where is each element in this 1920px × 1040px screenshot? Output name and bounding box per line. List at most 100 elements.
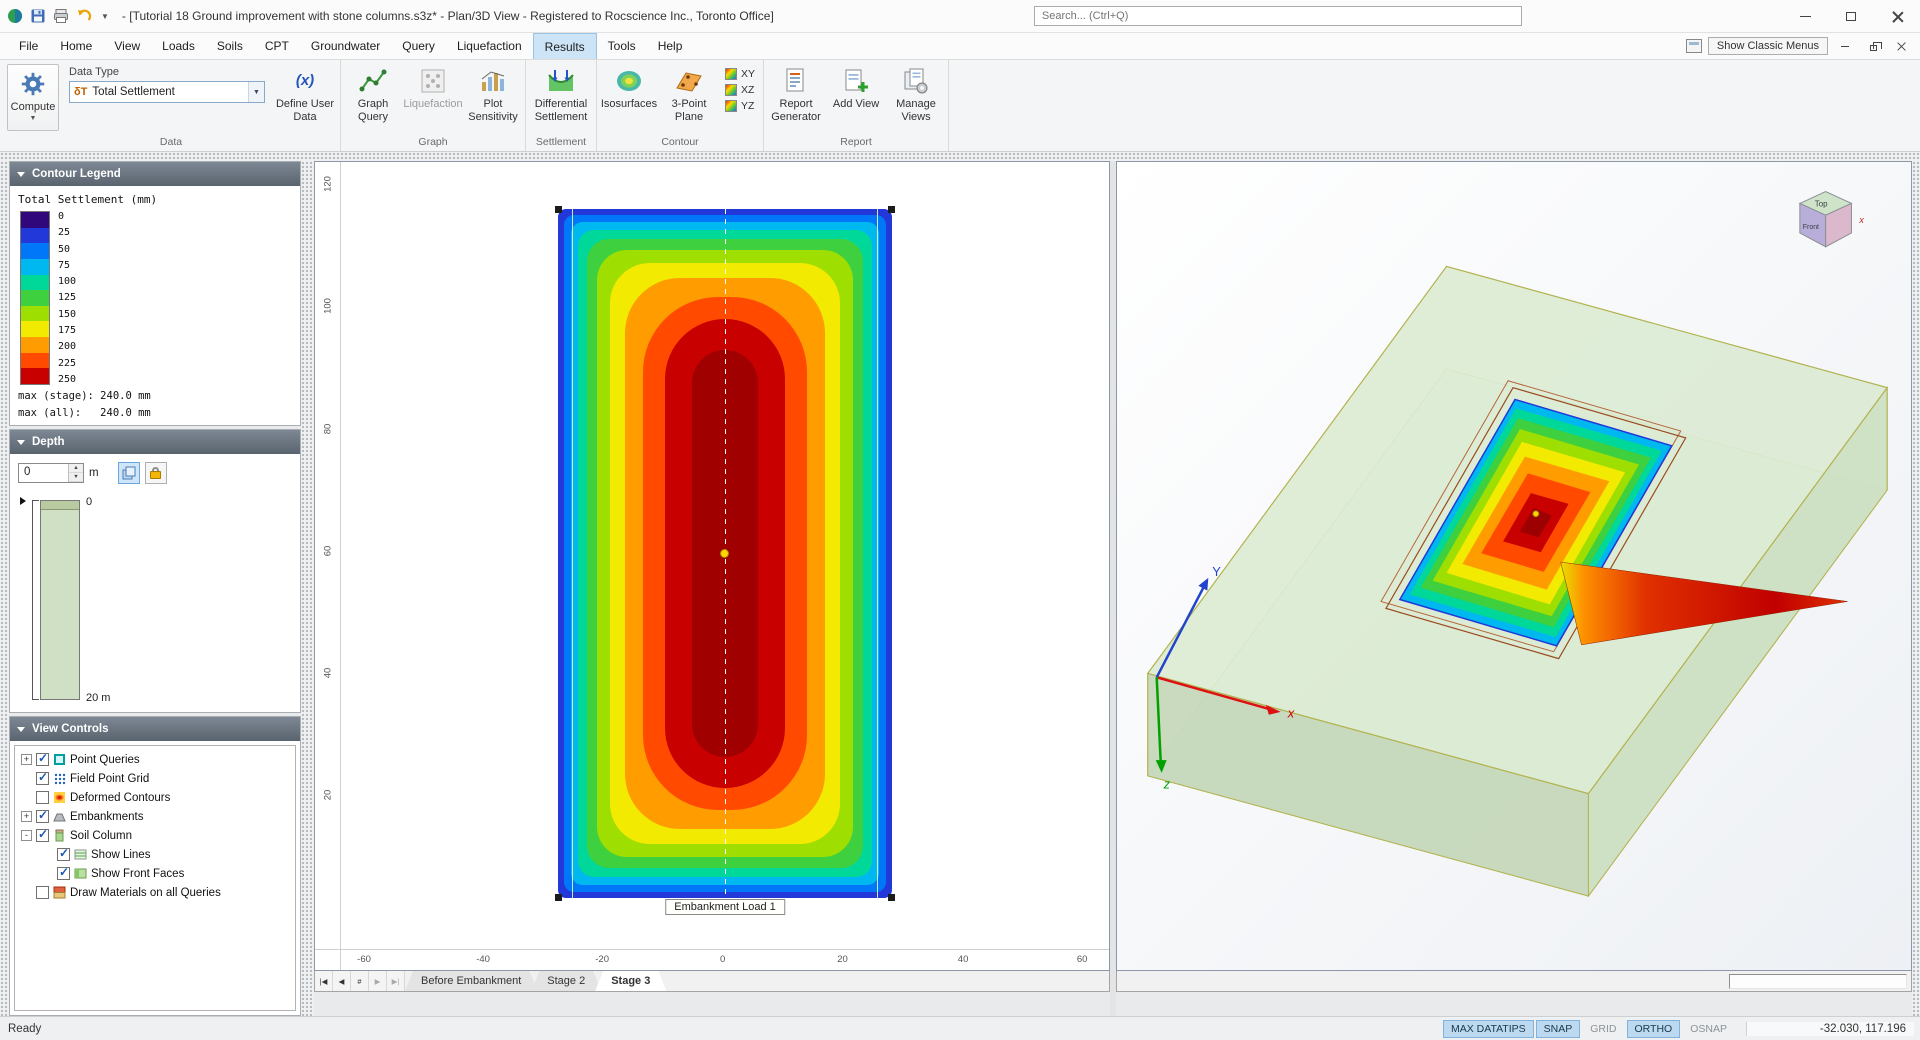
depth-input[interactable]: 0 ▲▼ bbox=[18, 463, 84, 483]
data-type-select[interactable]: δT Total Settlement ▼ bbox=[69, 81, 265, 103]
menu-help[interactable]: Help bbox=[647, 33, 694, 59]
corner-handle[interactable] bbox=[555, 206, 562, 213]
expander-icon[interactable]: + bbox=[21, 754, 32, 765]
toggle-snap[interactable]: SNAP bbox=[1536, 1020, 1581, 1038]
ribbon-group-label-graph: Graph bbox=[344, 135, 522, 151]
tab-before-embankment[interactable]: Before Embankment bbox=[405, 971, 537, 991]
mdi-minimize-button[interactable] bbox=[1834, 37, 1856, 55]
tree-item-show-front-faces[interactable]: Show Front Faces bbox=[17, 864, 293, 883]
tree-item-soil-column[interactable]: - Soil Column bbox=[17, 826, 293, 845]
menu-view[interactable]: View bbox=[103, 33, 151, 59]
depth-marker-icon[interactable] bbox=[20, 497, 26, 505]
plane-xz-button[interactable]: XZ bbox=[722, 83, 758, 97]
mdi-restore-button[interactable] bbox=[1862, 37, 1884, 55]
query-point-marker[interactable] bbox=[720, 549, 729, 558]
three-point-plane-button[interactable]: 3-Point Plane bbox=[660, 62, 718, 135]
view-cube-top-label: Top bbox=[1815, 199, 1828, 208]
depth-value: 0 bbox=[19, 464, 68, 482]
print-icon[interactable] bbox=[52, 7, 70, 25]
add-view-button[interactable]: Add View bbox=[827, 62, 885, 135]
horizontal-splitter[interactable] bbox=[0, 152, 1920, 161]
tree-item-draw-materials[interactable]: Draw Materials on all Queries bbox=[17, 883, 293, 902]
maximize-button[interactable] bbox=[1828, 0, 1874, 32]
sidebar-splitter[interactable] bbox=[301, 161, 314, 1016]
plane-yz-button[interactable]: YZ bbox=[722, 99, 758, 113]
expander-icon[interactable]: - bbox=[21, 830, 32, 841]
tab-last-button[interactable]: ▶| bbox=[387, 971, 405, 991]
embankment-load-label[interactable]: Embankment Load 1 bbox=[665, 899, 785, 915]
corner-handle[interactable] bbox=[555, 894, 562, 901]
tab-first-button[interactable]: |◀ bbox=[315, 971, 333, 991]
corner-handle[interactable] bbox=[888, 206, 895, 213]
report-generator-button[interactable]: Report Generator bbox=[767, 62, 825, 135]
checkbox-show-front-faces[interactable] bbox=[57, 867, 70, 880]
soil-column-preview: 0 20 m bbox=[18, 496, 292, 704]
qat-customize-icon[interactable]: ▼ bbox=[98, 12, 112, 21]
embankment-load-contours[interactable] bbox=[558, 209, 891, 898]
plan-view-canvas[interactable]: Embankment Load 1 bbox=[341, 162, 1109, 949]
checkbox-deformed-contours[interactable] bbox=[36, 791, 49, 804]
menu-query[interactable]: Query bbox=[391, 33, 446, 59]
save-icon[interactable] bbox=[29, 7, 47, 25]
show-classic-menus-button[interactable]: Show Classic Menus bbox=[1708, 37, 1828, 55]
menu-soils[interactable]: Soils bbox=[206, 33, 254, 59]
three-d-scene[interactable]: x Y z Top Front bbox=[1117, 162, 1911, 970]
checkbox-draw-materials[interactable] bbox=[36, 886, 49, 899]
search-input[interactable] bbox=[1034, 6, 1522, 26]
depth-spinner[interactable]: ▲▼ bbox=[68, 464, 83, 482]
three-d-view[interactable]: x Y z Top Front bbox=[1116, 161, 1912, 971]
checkbox-soil-column[interactable] bbox=[36, 829, 49, 842]
checkbox-embankments[interactable] bbox=[36, 810, 49, 823]
tree-item-field-point-grid[interactable]: Field Point Grid bbox=[17, 769, 293, 788]
contour-legend-header[interactable]: Contour Legend bbox=[10, 162, 300, 186]
checkbox-field-point-grid[interactable] bbox=[36, 772, 49, 785]
expander-icon[interactable]: + bbox=[21, 811, 32, 822]
toggle-grid[interactable]: GRID bbox=[1582, 1020, 1624, 1038]
right-dock-strip[interactable] bbox=[1912, 161, 1920, 1016]
tab-list-button[interactable]: # bbox=[351, 971, 369, 991]
tab-stage-3[interactable]: Stage 3 bbox=[595, 971, 666, 991]
differential-settlement-button[interactable]: Differential Settlement bbox=[529, 62, 593, 135]
panel-toggle-icon[interactable] bbox=[1686, 39, 1702, 53]
toggle-osnap[interactable]: OSNAP bbox=[1682, 1020, 1735, 1038]
tab-stage-2[interactable]: Stage 2 bbox=[531, 971, 601, 991]
toggle-ortho[interactable]: ORTHO bbox=[1627, 1020, 1681, 1038]
menu-loads[interactable]: Loads bbox=[151, 33, 206, 59]
corner-handle[interactable] bbox=[888, 894, 895, 901]
liquefaction-button[interactable]: Liquefaction bbox=[404, 62, 462, 135]
menu-file[interactable]: File bbox=[8, 33, 49, 59]
tree-item-point-queries[interactable]: + Point Queries bbox=[17, 750, 293, 769]
left-dock-strip[interactable] bbox=[0, 161, 9, 1016]
compute-button[interactable]: Compute ▼ bbox=[7, 64, 59, 131]
mdi-close-button[interactable] bbox=[1890, 37, 1912, 55]
isosurfaces-button[interactable]: Isosurfaces bbox=[600, 62, 658, 135]
define-user-data-button[interactable]: (x) Define User Data bbox=[273, 62, 337, 135]
tree-item-embankments[interactable]: + Embankments bbox=[17, 807, 293, 826]
menu-tools[interactable]: Tools bbox=[597, 33, 647, 59]
menu-home[interactable]: Home bbox=[49, 33, 103, 59]
close-button[interactable] bbox=[1874, 0, 1920, 32]
menu-results[interactable]: Results bbox=[533, 33, 597, 59]
tab-prev-button[interactable]: ◀ bbox=[333, 971, 351, 991]
graph-query-button[interactable]: Graph Query bbox=[344, 62, 402, 135]
minimize-button[interactable] bbox=[1782, 0, 1828, 32]
tab-next-button[interactable]: ▶ bbox=[369, 971, 387, 991]
depth-lock-button[interactable] bbox=[145, 462, 167, 484]
plot-sensitivity-icon bbox=[478, 66, 508, 96]
tree-item-show-lines[interactable]: Show Lines bbox=[17, 845, 293, 864]
tree-item-deformed-contours[interactable]: Deformed Contours bbox=[17, 788, 293, 807]
manage-views-button[interactable]: Manage Views bbox=[887, 62, 945, 135]
checkbox-point-queries[interactable] bbox=[36, 753, 49, 766]
plane-xy-button[interactable]: XY bbox=[722, 67, 758, 81]
plot-sensitivity-button[interactable]: Plot Sensitivity bbox=[464, 62, 522, 135]
view-controls-header[interactable]: View Controls bbox=[10, 717, 300, 741]
depth-layers-button[interactable] bbox=[118, 462, 140, 484]
data-type-caret-icon[interactable]: ▼ bbox=[248, 82, 264, 102]
checkbox-show-lines[interactable] bbox=[57, 848, 70, 861]
depth-header[interactable]: Depth bbox=[10, 430, 300, 454]
menu-groundwater[interactable]: Groundwater bbox=[300, 33, 391, 59]
toggle-max-datatips[interactable]: MAX DATATIPS bbox=[1443, 1020, 1534, 1038]
undo-icon[interactable] bbox=[75, 7, 93, 25]
menu-liquefaction[interactable]: Liquefaction bbox=[446, 33, 533, 59]
menu-cpt[interactable]: CPT bbox=[254, 33, 300, 59]
